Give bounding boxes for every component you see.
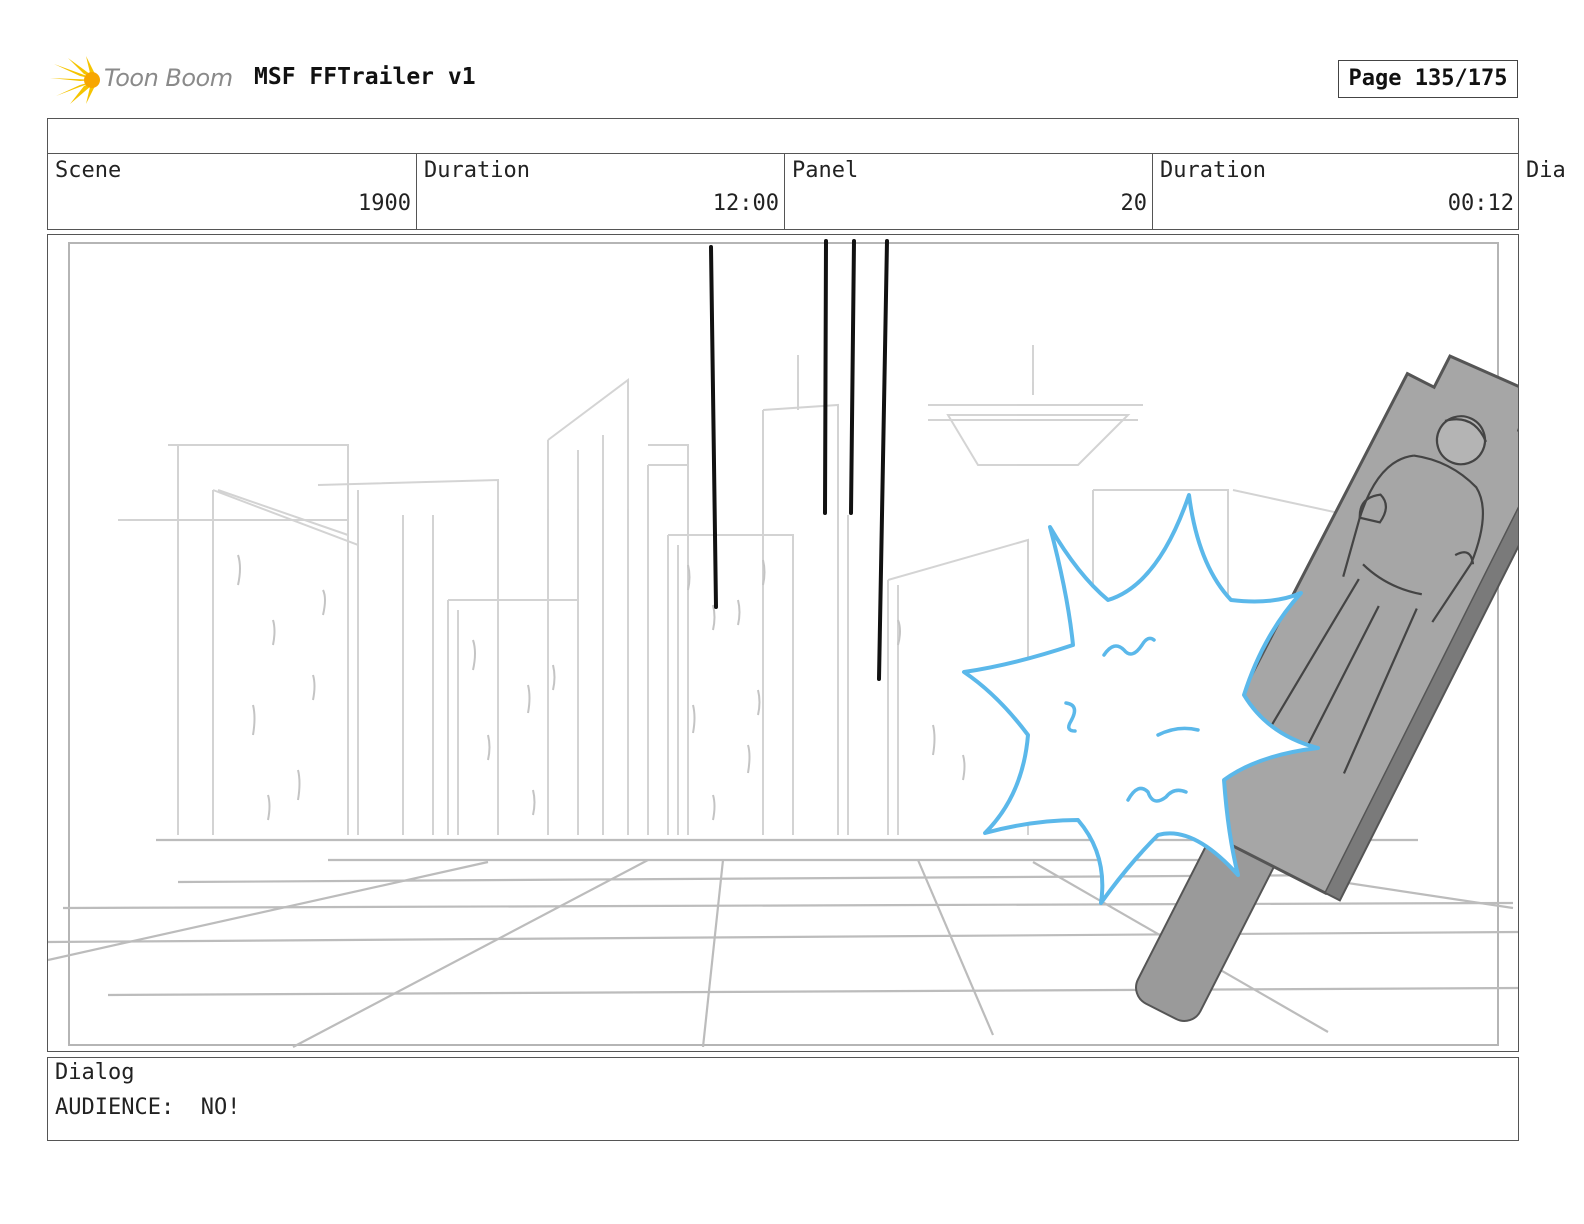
panel-duration-label: Duration [1160,158,1266,183]
falling-motion-lines [709,239,889,681]
scene-duration-label: Duration [424,158,530,183]
panel-duration-cell: Duration 00:12 [1152,154,1519,229]
panel-label: Panel [792,158,859,183]
storyboard-panel [47,234,1519,1052]
scene-value: 1900 [358,191,411,216]
building-windows-sketch [237,554,966,821]
panel-info-row: Scene 1900 Duration 12:00 Panel 20 Durat… [47,154,1519,230]
scene-cell: Scene 1900 [48,154,416,229]
dialog-label: Dialog [55,1060,135,1085]
panel-cell: Panel 20 [784,154,1152,229]
panel-value: 20 [1120,191,1148,216]
dialog-text: AUDIENCE: NO! [55,1095,241,1120]
scene-duration-value: 12:00 [712,191,779,216]
scene-duration-cell: Duration 12:00 [416,154,784,229]
panel-duration-value: 00:12 [1447,191,1514,216]
header-band [47,118,1519,154]
page-indicator: Page 135/175 [1338,60,1518,98]
storyboard-sketch [48,239,1518,1048]
logo-wordmark: Toon Boom [104,64,233,92]
scene-label: Scene [55,158,122,183]
document-title: MSF FFTrailer v1 [254,64,476,90]
dialog-box: Dialog AUDIENCE: NO! [47,1057,1519,1141]
dialog-column-label-clipped: Dia [1526,158,1566,183]
